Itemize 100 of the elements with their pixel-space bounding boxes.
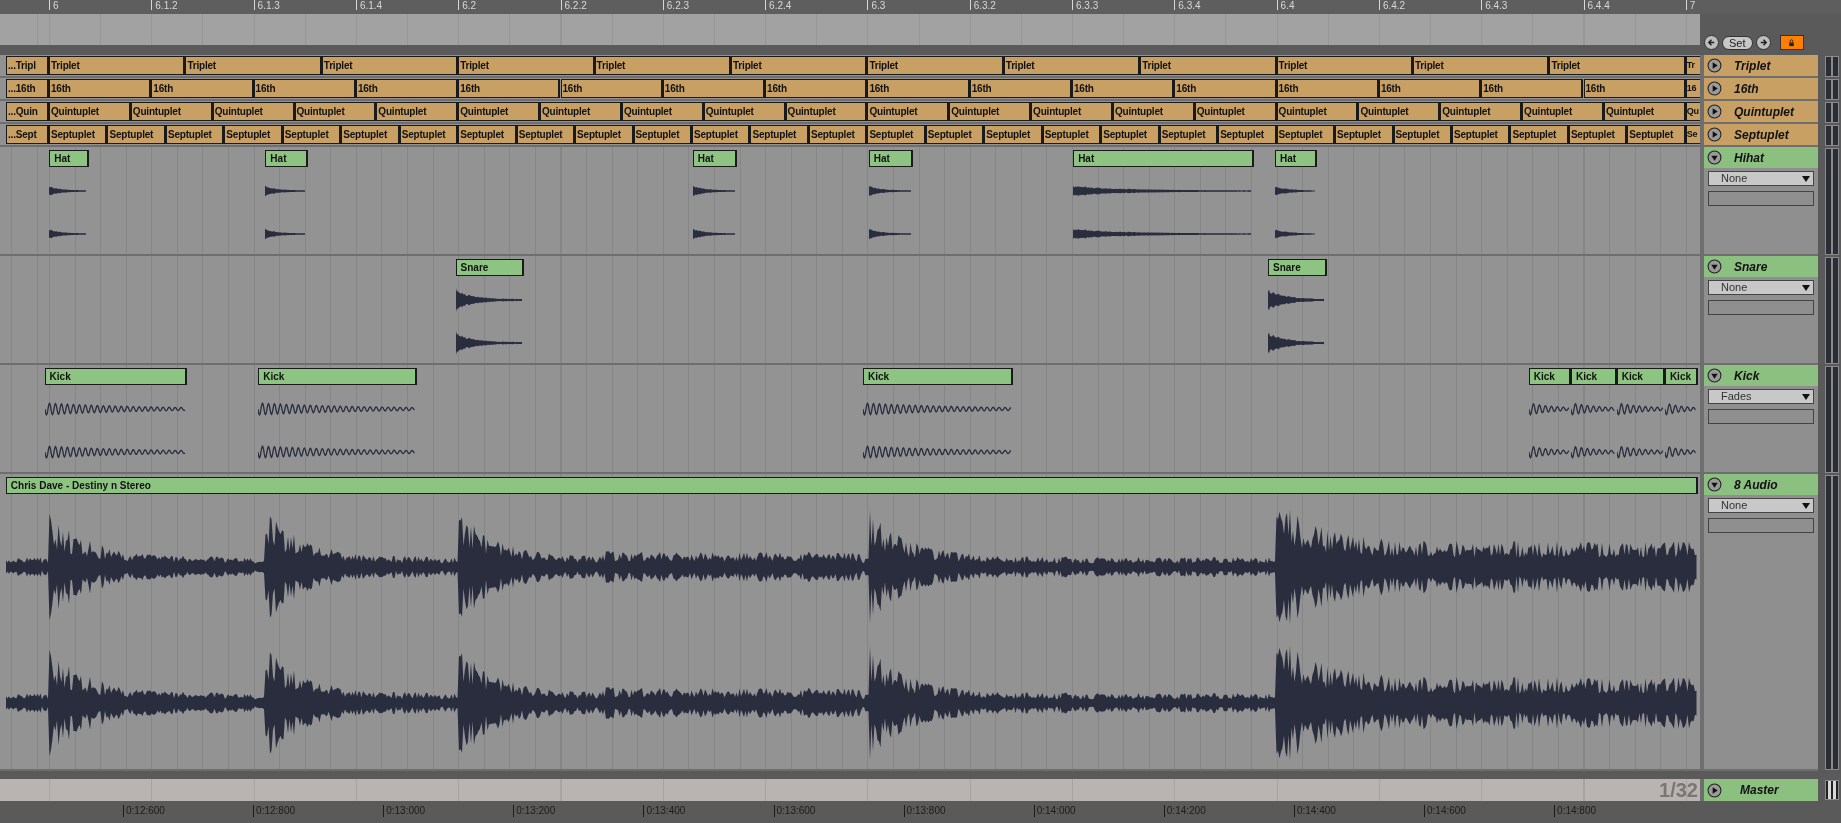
- locator-clip[interactable]: Quintuplet: [1194, 102, 1277, 121]
- locator-clip[interactable]: 16th: [662, 79, 766, 98]
- locator-clip[interactable]: Triplet: [1276, 56, 1413, 75]
- locator-clip[interactable]: Triplet: [1549, 56, 1686, 75]
- locator-clip[interactable]: 16th: [1378, 79, 1482, 98]
- audio-clip[interactable]: Kick: [1616, 368, 1665, 385]
- locator-clip[interactable]: 16th: [355, 79, 459, 98]
- locator-clip[interactable]: Septuplet: [1510, 125, 1569, 144]
- locator-clip[interactable]: 16th: [253, 79, 356, 98]
- locator-clip[interactable]: 16th: [458, 79, 561, 98]
- audio-clip[interactable]: Kick: [44, 368, 187, 385]
- locator-clip[interactable]: Septuplet: [867, 125, 926, 144]
- locator-clip[interactable]: Quintuplet: [785, 102, 868, 121]
- locator-clip[interactable]: Septuplet: [1393, 125, 1452, 144]
- audio-clip[interactable]: Hat: [265, 150, 308, 167]
- locator-clip[interactable]: Triplet: [49, 56, 186, 75]
- locator-clip[interactable]: 16th: [1072, 79, 1175, 98]
- locator-clip[interactable]: 16th: [1174, 79, 1277, 98]
- locator-clip[interactable]: Septuplet: [458, 125, 517, 144]
- locator-clip[interactable]: Quintuplet: [130, 102, 213, 121]
- locator-clip[interactable]: Quintuplet: [294, 102, 377, 121]
- play-icon[interactable]: [1707, 81, 1722, 96]
- locator-clip[interactable]: Quintuplet: [376, 102, 459, 121]
- locator-clip[interactable]: 16th: [151, 79, 254, 98]
- locator-clip[interactable]: Septuplet: [750, 125, 809, 144]
- next-locator-button[interactable]: [1755, 35, 1771, 50]
- locator-clip[interactable]: 16th: [765, 79, 868, 98]
- locator-clip[interactable]: ...Sept: [6, 125, 49, 144]
- audio-clip[interactable]: Kick: [1664, 368, 1698, 385]
- audio-clip[interactable]: Chris Dave - Destiny n Stereo: [5, 477, 1698, 494]
- previous-locator-button[interactable]: [1704, 35, 1719, 50]
- locator-clip[interactable]: Quintuplet: [949, 102, 1032, 121]
- locator-clip[interactable]: 16th: [1276, 79, 1379, 98]
- locator-clip[interactable]: 16th: [560, 79, 663, 98]
- locator-clip[interactable]: 16th: [49, 79, 152, 98]
- locator-clip[interactable]: Septuplet: [165, 125, 225, 144]
- input-field[interactable]: [1708, 518, 1814, 533]
- fade-mode-dropdown[interactable]: None: [1708, 171, 1814, 186]
- locator-clip[interactable]: Septuplet: [1276, 125, 1336, 144]
- locator-clip[interactable]: Septuplet: [1568, 125, 1628, 144]
- locator-clip[interactable]: Septuplet: [282, 125, 342, 144]
- play-icon[interactable]: [1707, 104, 1722, 119]
- locator-clip[interactable]: ...Quin: [6, 102, 49, 121]
- locator-clip[interactable]: Quintuplet: [1276, 102, 1359, 121]
- locator-clip[interactable]: 16th: [969, 79, 1072, 98]
- audio-clip[interactable]: Kick: [258, 368, 417, 385]
- locator-clip[interactable]: Septuplet: [692, 125, 751, 144]
- audio-clip[interactable]: Snare: [455, 259, 524, 276]
- locator-clip[interactable]: Quintuplet: [1112, 102, 1195, 121]
- locator-clip[interactable]: Triplet: [731, 56, 868, 75]
- locator-clip[interactable]: Quintuplet: [703, 102, 786, 121]
- lock-button[interactable]: [1779, 35, 1804, 50]
- locator-clip[interactable]: Septuplet: [1101, 125, 1160, 144]
- locator-clip[interactable]: Septuplet: [107, 125, 166, 144]
- locator-clip[interactable]: Quintuplet: [49, 102, 131, 121]
- locator-clip[interactable]: Triplet: [185, 56, 322, 75]
- locator-clip[interactable]: Triplet: [1140, 56, 1277, 75]
- locator-clip[interactable]: Septuplet: [1335, 125, 1394, 144]
- fade-mode-dropdown[interactable]: Fades: [1708, 389, 1814, 404]
- locator-clip[interactable]: ...Tripl: [6, 56, 49, 75]
- locator-clip[interactable]: Septuplet: [1627, 125, 1686, 144]
- locator-clip[interactable]: Quintuplet: [1031, 102, 1113, 121]
- locator-clip[interactable]: Quintuplet: [1440, 102, 1523, 121]
- fade-mode-dropdown[interactable]: None: [1708, 498, 1814, 513]
- locator-clip[interactable]: Septuplet: [1451, 125, 1511, 144]
- locator-clip[interactable]: Septuplet: [341, 125, 400, 144]
- locator-clip[interactable]: Septuplet: [1159, 125, 1219, 144]
- locator-clip[interactable]: Septuplet: [575, 125, 634, 144]
- locator-clip[interactable]: ...16th: [6, 79, 49, 98]
- play-icon[interactable]: [1707, 58, 1722, 73]
- locator-clip[interactable]: Septuplet: [984, 125, 1043, 144]
- locator-clip[interactable]: Quintuplet: [1522, 102, 1604, 121]
- input-field[interactable]: [1708, 300, 1814, 315]
- locator-clip[interactable]: Septuplet: [399, 125, 459, 144]
- audio-clip[interactable]: Kick: [862, 368, 1014, 385]
- audio-clip[interactable]: Hat: [1275, 150, 1318, 167]
- set-locator-button[interactable]: Set: [1722, 36, 1753, 50]
- audio-clip[interactable]: Snare: [1268, 259, 1327, 276]
- locator-clip[interactable]: Triplet: [594, 56, 731, 75]
- locator-clip[interactable]: Triplet: [867, 56, 1004, 75]
- audio-clip[interactable]: Hat: [1073, 150, 1254, 167]
- locator-clip[interactable]: Quintuplet: [458, 102, 540, 121]
- audio-clip[interactable]: Hat: [49, 150, 90, 167]
- input-field[interactable]: [1708, 191, 1814, 206]
- locator-clip[interactable]: Quintuplet: [1603, 102, 1686, 121]
- locator-clip[interactable]: 16th: [1583, 79, 1686, 98]
- locator-clip[interactable]: Triplet: [458, 56, 595, 75]
- locator-clip[interactable]: Triplet: [1413, 56, 1550, 75]
- play-icon[interactable]: [1707, 782, 1722, 798]
- input-field[interactable]: [1708, 409, 1814, 424]
- locator-clip[interactable]: Quintuplet: [1358, 102, 1441, 121]
- locator-clip[interactable]: Triplet: [1003, 56, 1141, 75]
- locator-clip[interactable]: Septuplet: [1042, 125, 1102, 144]
- audio-clip[interactable]: Kick: [1528, 368, 1571, 385]
- locator-clip[interactable]: Septuplet: [925, 125, 985, 144]
- audio-clip[interactable]: Hat: [868, 150, 914, 167]
- locator-clip[interactable]: Quintuplet: [621, 102, 704, 121]
- locator-clip[interactable]: Septuplet: [1218, 125, 1277, 144]
- locator-clip[interactable]: Septuplet: [633, 125, 692, 144]
- locator-clip[interactable]: 16th: [1481, 79, 1584, 98]
